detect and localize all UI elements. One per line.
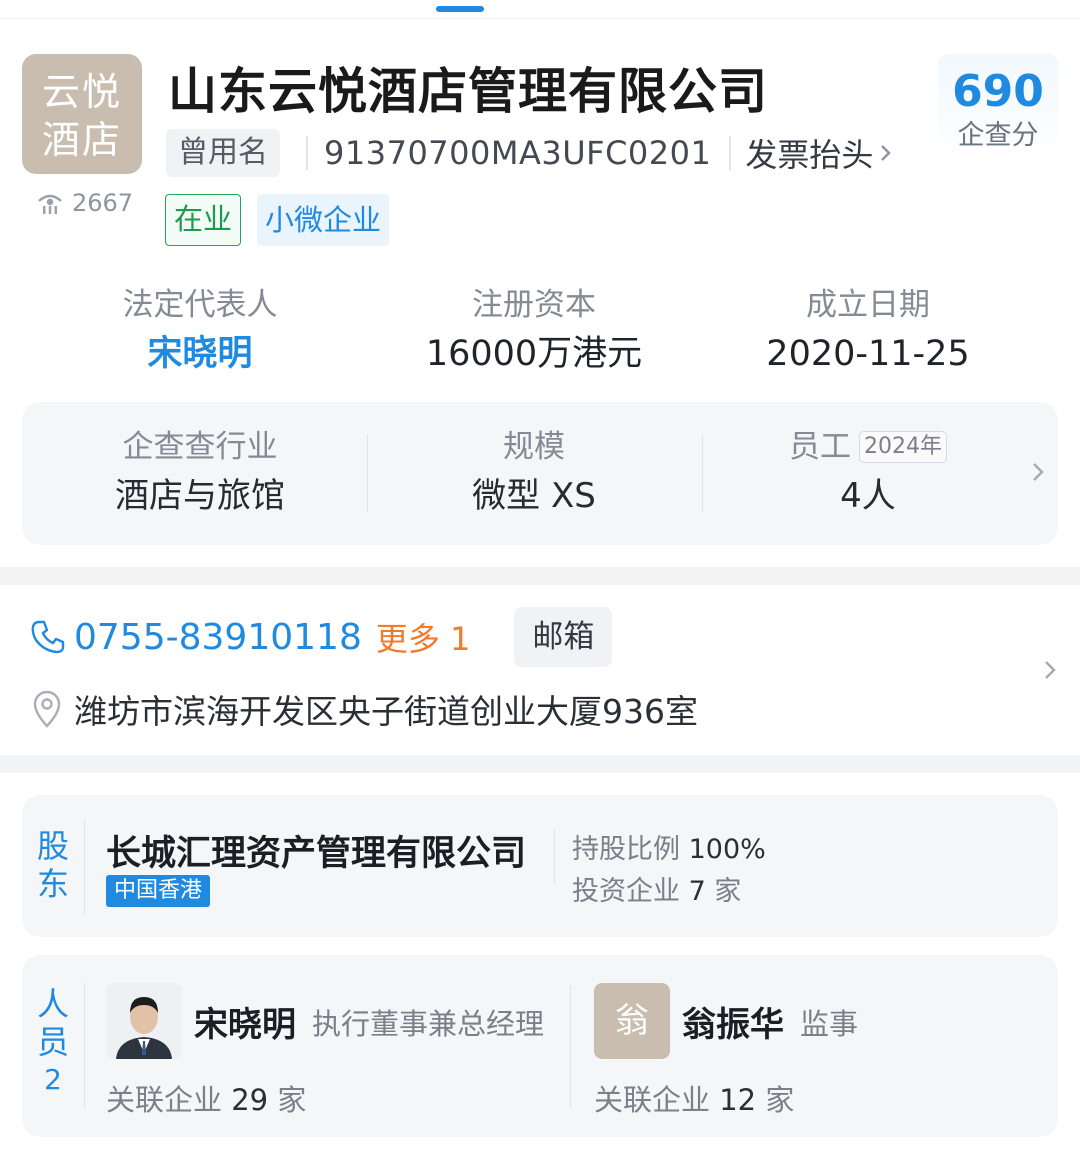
- rel-unit: 家: [277, 1083, 307, 1117]
- divider: [554, 829, 555, 885]
- view-count: 2667: [36, 188, 133, 218]
- employees-value: 4人: [840, 476, 896, 516]
- score-label: 企查分: [957, 120, 1039, 151]
- logo-text-line1: 云悦: [41, 70, 122, 114]
- person-role: 监事: [800, 1007, 859, 1041]
- related-companies: 关联企业 12 家: [594, 1077, 794, 1119]
- invoice-header-link[interactable]: 发票抬头: [745, 130, 895, 176]
- address-text: 潍坊市滨海开发区央子街道创业大厦936室: [74, 692, 698, 731]
- score-value: 690: [952, 66, 1044, 117]
- location-pin-icon: [33, 690, 61, 728]
- person-role: 执行董事兼总经理: [312, 1007, 545, 1041]
- legal-rep-link[interactable]: 宋晓明: [30, 328, 370, 380]
- scale-label: 规模: [503, 429, 565, 465]
- divider: [570, 985, 571, 1109]
- divider: [84, 983, 85, 1109]
- scale-col: 规模 微型 XS: [362, 424, 706, 522]
- phone-icon: [31, 620, 65, 654]
- divider: [729, 136, 732, 170]
- invest-label: 投资企业: [572, 876, 680, 907]
- personnel-card: 人 员 2 宋晓明 执行董事兼总经理 关联企业 29 家 翁 翁振华 监事 关联…: [22, 955, 1058, 1137]
- company-name: 山东云悦酒店管理有限公司: [168, 63, 769, 120]
- section-label-char: 员: [36, 1023, 69, 1061]
- active-tab-indicator: [436, 6, 484, 12]
- divider: [0, 18, 1080, 19]
- industry-panel[interactable]: 企查查行业 酒店与旅馆 规模 微型 XS 员工 2024年 4人: [22, 402, 1058, 545]
- scale-value: 微型 XS: [472, 476, 596, 516]
- invested-companies: 投资企业 7 家: [572, 869, 741, 908]
- employees-col: 员工 2024年 4人: [696, 424, 1040, 522]
- person-avatar-icon: [106, 983, 182, 1059]
- chevron-right-icon: [1033, 463, 1044, 481]
- views-icon: [38, 194, 62, 214]
- person-photo: [106, 983, 182, 1059]
- divider: [84, 819, 85, 915]
- rel-unit: 家: [765, 1083, 795, 1117]
- divider: [306, 136, 308, 170]
- stat-label: 注册资本: [472, 287, 596, 323]
- rel-count: 29: [231, 1083, 269, 1117]
- status-badge: 在业: [165, 194, 242, 246]
- credit-code[interactable]: 91370700MA3UFC0201: [324, 134, 711, 172]
- industry-col: 企查查行业 酒店与旅馆: [28, 424, 372, 522]
- person-avatar: 翁: [594, 983, 670, 1059]
- rel-label: 关联企业: [594, 1083, 711, 1117]
- shareholding-ratio: 持股比例 100%: [572, 827, 766, 866]
- view-count-value: 2667: [72, 189, 134, 217]
- size-badge[interactable]: 小微企业: [257, 194, 390, 246]
- used-name-button[interactable]: 曾用名: [166, 129, 280, 177]
- ratio-value: 100%: [688, 834, 766, 865]
- section-label-char: 东: [36, 865, 69, 903]
- industry-value: 酒店与旅馆: [115, 476, 285, 516]
- section-label-char: 股: [36, 827, 69, 865]
- related-companies: 关联企业 29 家: [106, 1077, 306, 1119]
- shareholder-name[interactable]: 长城汇理资产管理有限公司: [106, 825, 526, 876]
- email-button[interactable]: 邮箱: [514, 607, 613, 667]
- invoice-header-label: 发票抬头: [745, 136, 874, 174]
- phone-row: 0755-83910118 更多 1 邮箱: [28, 607, 613, 667]
- stat-label: 成立日期: [806, 287, 930, 323]
- personnel-section-label: 人 员 2: [36, 985, 70, 1099]
- section-label-char: 人: [36, 985, 69, 1023]
- stat-label: 法定代表人: [122, 287, 278, 323]
- year-badge: 2024年: [859, 431, 947, 463]
- shareholder-card[interactable]: 股 东 长城汇理资产管理有限公司 中国香港 持股比例 100% 投资企业 7 家: [22, 795, 1058, 937]
- stat-legal-rep: 法定代表人 宋晓明: [30, 282, 370, 380]
- employees-label: 员工: [789, 429, 851, 465]
- chevron-right-icon: [881, 145, 892, 161]
- stat-value: 2020-11-25: [766, 334, 970, 374]
- company-id-row: 曾用名 91370700MA3UFC0201 发票抬头: [166, 128, 895, 178]
- rel-label: 关联企业: [106, 1083, 223, 1117]
- person-name[interactable]: 宋晓明: [194, 997, 296, 1046]
- phone-number[interactable]: 0755-83910118: [74, 617, 362, 658]
- address-row[interactable]: 潍坊市滨海开发区央子街道创业大厦936室: [30, 682, 698, 736]
- ratio-label: 持股比例: [572, 834, 680, 865]
- section-gap: [0, 567, 1080, 585]
- more-phones-link[interactable]: 更多 1: [376, 614, 471, 660]
- stat-registered-capital: 注册资本 16000万港元: [364, 282, 704, 380]
- shareholder-section-label: 股 东: [36, 827, 70, 903]
- invest-count: 7: [688, 876, 706, 907]
- invest-unit: 家: [714, 876, 742, 907]
- person-name[interactable]: 翁振华: [682, 997, 784, 1046]
- section-gap: [0, 755, 1080, 773]
- chevron-right-icon[interactable]: [1042, 656, 1060, 684]
- company-logo: 云悦 酒店: [22, 54, 142, 174]
- industry-label: 企查查行业: [122, 429, 278, 465]
- region-badge: 中国香港: [106, 875, 211, 907]
- rel-count: 12: [719, 1083, 757, 1117]
- stat-value: 16000万港元: [425, 334, 643, 374]
- score-card[interactable]: 690 企查分: [938, 54, 1058, 164]
- status-tags: 在业 小微企业: [165, 194, 390, 246]
- logo-text-line2: 酒店: [41, 118, 122, 162]
- personnel-count: 2: [44, 1063, 62, 1096]
- employees-label-row: 员工 2024年: [696, 424, 1040, 470]
- stat-established-date: 成立日期 2020-11-25: [698, 282, 1038, 380]
- avatar-initial: 翁: [594, 983, 670, 1059]
